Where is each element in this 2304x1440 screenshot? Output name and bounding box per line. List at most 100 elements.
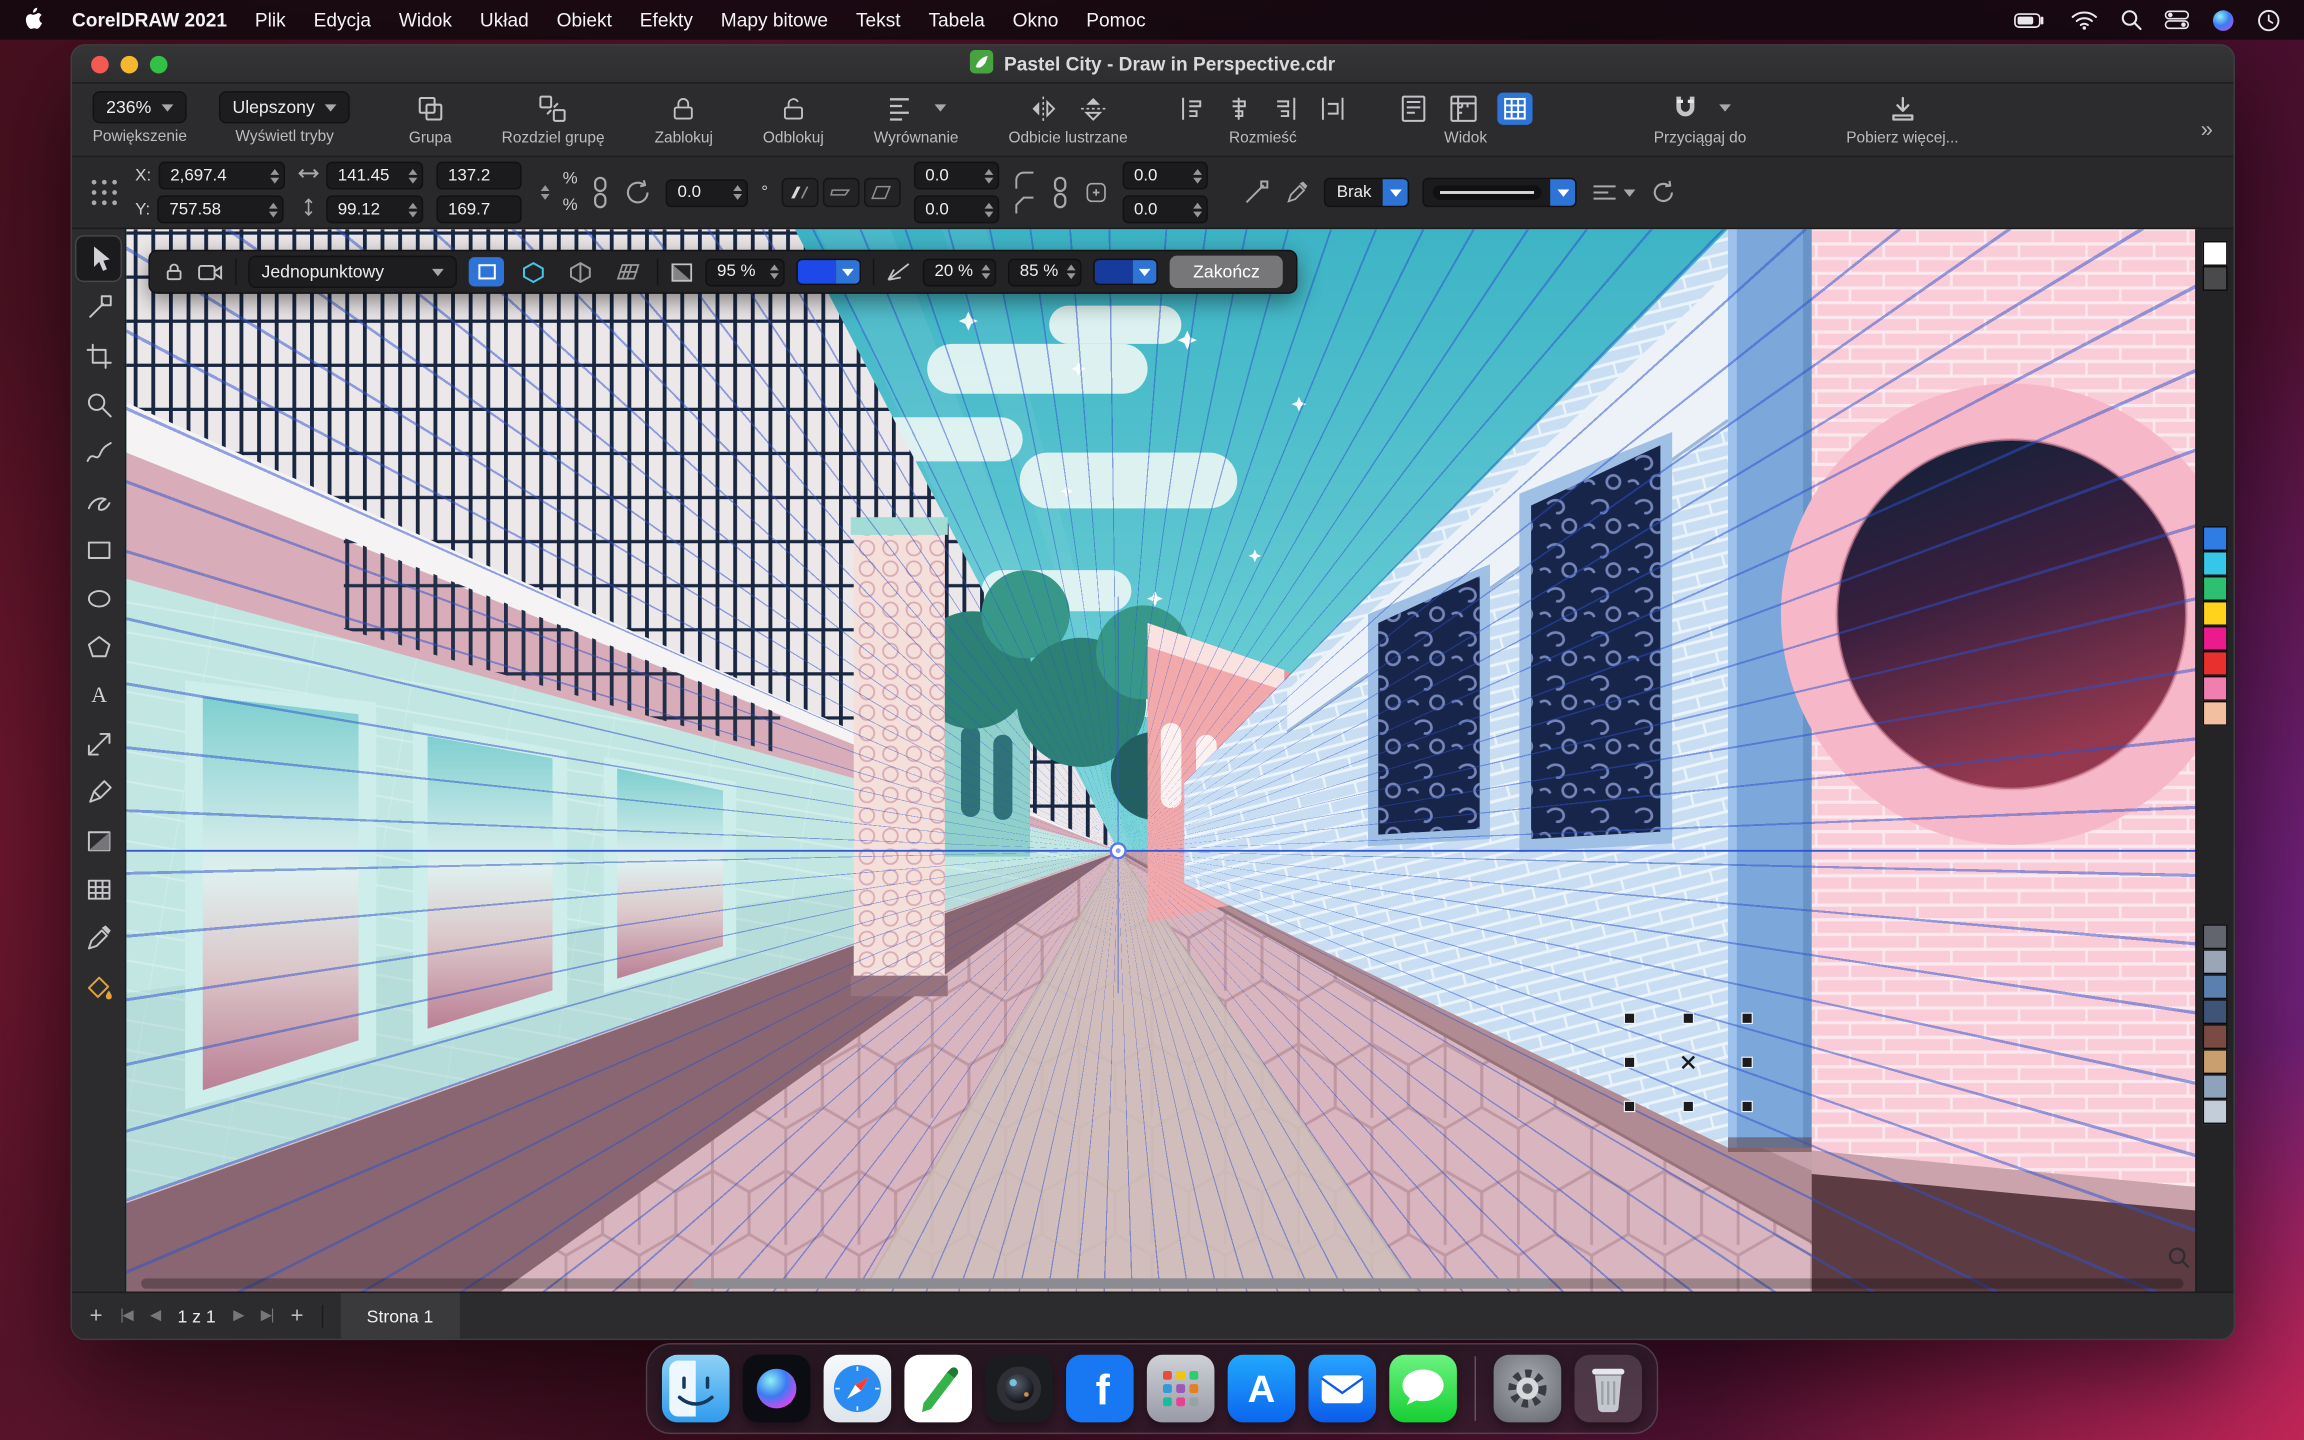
palette-swatch[interactable] [2203,241,2228,266]
add-page-button-2[interactable]: + [291,1303,304,1328]
scale-height-input[interactable]: 169.7 [436,195,521,223]
y-spinner[interactable] [269,202,278,217]
corner-radius-4-input[interactable]: 0.0 [1122,195,1207,223]
next-page-button[interactable]: ▶ [233,1308,243,1324]
menu-item-pomoc[interactable]: Pomoc [1086,9,1145,31]
lock-corners-icon[interactable] [1050,175,1069,210]
dock-trash[interactable] [1574,1355,1642,1423]
zoom-window-button[interactable] [150,56,168,74]
grid-opacity-icon[interactable] [670,261,694,283]
mesh-fill-tool[interactable] [76,867,120,911]
view-rulers-icon[interactable] [1448,92,1480,124]
dock-camera[interactable] [985,1355,1053,1423]
menu-item-widok[interactable]: Widok [399,9,452,31]
dock-launchpad[interactable] [1147,1355,1215,1423]
x-position-input[interactable]: 2,697.4 [159,162,285,190]
add-page-button[interactable]: + [90,1303,103,1328]
view-page-icon[interactable] [1398,92,1430,124]
outline-eyedropper-icon[interactable] [1284,179,1310,205]
chevron-down-icon[interactable] [1383,178,1408,207]
distribute-center-icon[interactable] [1225,93,1254,122]
drawing-canvas[interactable]: Jednopunktowy 95 % 20 % 85 % [126,229,2198,1294]
x-spinner[interactable] [270,168,279,183]
polygon-tool[interactable] [76,624,120,668]
menu-item-efekty[interactable]: Efekty [640,9,693,31]
perspective-type-select[interactable]: Jednopunktowy [248,256,457,288]
palette-swatch[interactable] [2203,266,2228,291]
dock-pen-app[interactable] [904,1355,972,1423]
selection-handles[interactable] [1624,1013,1752,1111]
apple-menu-icon[interactable] [24,6,45,34]
close-window-button[interactable] [91,56,109,74]
view-mode-select[interactable]: Ulepszony [219,91,350,123]
zoom-tool[interactable] [76,382,120,426]
dock-safari[interactable] [824,1355,892,1423]
palette-swatch[interactable] [2203,1049,2228,1074]
zoom-level-select[interactable]: 236% [93,91,187,123]
menu-item-tekst[interactable]: Tekst [856,9,901,31]
toolbar-overflow-button[interactable]: » [2201,117,2213,142]
chevron-down-icon[interactable] [836,259,860,285]
view-grid-icon[interactable] [1498,92,1533,124]
dock-system-preferences[interactable] [1494,1355,1562,1423]
battery-icon[interactable] [2012,8,2049,32]
perspective-camera-icon[interactable] [197,261,223,283]
dock-app-store[interactable]: A [1228,1355,1296,1423]
artistic-media-tool[interactable] [76,479,120,523]
object-width-input[interactable]: 141.45 [326,162,423,190]
page-tab-strona-1[interactable]: Strona 1 [340,1292,460,1339]
perspective-lock-icon[interactable] [163,260,185,284]
palette-swatch[interactable] [2203,1099,2228,1124]
siri-icon[interactable] [2211,8,2235,32]
snap-to-magnet-icon[interactable] [1669,92,1701,124]
menu-item-plik[interactable]: Plik [255,9,286,31]
show-floor-toggle[interactable] [469,257,504,286]
shape-tool[interactable] [76,285,120,329]
ungroup-objects-icon[interactable] [537,92,569,124]
crop-tool[interactable] [76,334,120,378]
edit-nodes-icon[interactable] [1241,178,1270,207]
control-center-icon[interactable] [2164,9,2189,31]
palette-swatch[interactable] [2203,974,2228,999]
menu-item-okno[interactable]: Okno [1013,9,1059,31]
mirror-vertical-icon[interactable] [1077,92,1109,124]
show-left-wall-toggle[interactable] [516,257,551,286]
palette-swatch[interactable] [2203,949,2228,974]
text-tool[interactable]: A [76,673,120,717]
show-right-wall-toggle[interactable] [563,257,598,286]
dock-mail[interactable] [1308,1355,1376,1423]
window-titlebar[interactable]: Pastel City - Draw in Perspective.cdr [72,46,2233,84]
fill-color-select[interactable] [1093,259,1158,285]
unlock-object-icon[interactable] [779,92,808,124]
menubar-app-name[interactable]: CorelDRAW 2021 [72,9,227,31]
y-position-input[interactable]: 757.58 [158,195,284,223]
dock-messages[interactable] [1389,1355,1457,1423]
show-grid-toggle[interactable] [610,257,645,286]
lines-density-input[interactable]: 20 % [923,258,996,286]
mirror-horizontal-icon[interactable] [1027,92,1059,124]
palette-swatch[interactable] [2203,651,2228,676]
align-objects-icon[interactable] [885,92,917,124]
get-more-icon[interactable] [1886,92,1918,124]
corner-radius-3-input[interactable]: 0.0 [914,195,999,223]
grid-line-color-select[interactable] [796,259,861,285]
chamfer-corner-icon[interactable] [1012,194,1037,216]
freehand-tool[interactable] [76,431,120,475]
dock-finder[interactable] [662,1355,730,1423]
dock-facebook[interactable]: f [1066,1355,1134,1423]
rotation-angle-input[interactable]: 0.0 [666,179,748,207]
wifi-icon[interactable] [2070,9,2098,31]
smart-fill-tool[interactable] [76,964,120,1008]
mirror-vertical-button[interactable] [822,178,859,207]
outline-width-select[interactable]: Brak [1324,178,1410,207]
refresh-icon[interactable] [1649,178,1678,207]
palette-swatch[interactable] [2203,1074,2228,1099]
prev-page-button[interactable]: ◀ [150,1308,160,1324]
finish-perspective-button[interactable]: Zakończ [1170,256,1284,288]
pick-tool[interactable] [76,237,120,281]
object-height-input[interactable]: 99.12 [326,195,423,223]
palette-swatch[interactable] [2203,1024,2228,1049]
palette-swatch[interactable] [2203,551,2228,576]
skew-button[interactable] [864,178,901,207]
relative-corner-icon[interactable] [1083,179,1109,205]
